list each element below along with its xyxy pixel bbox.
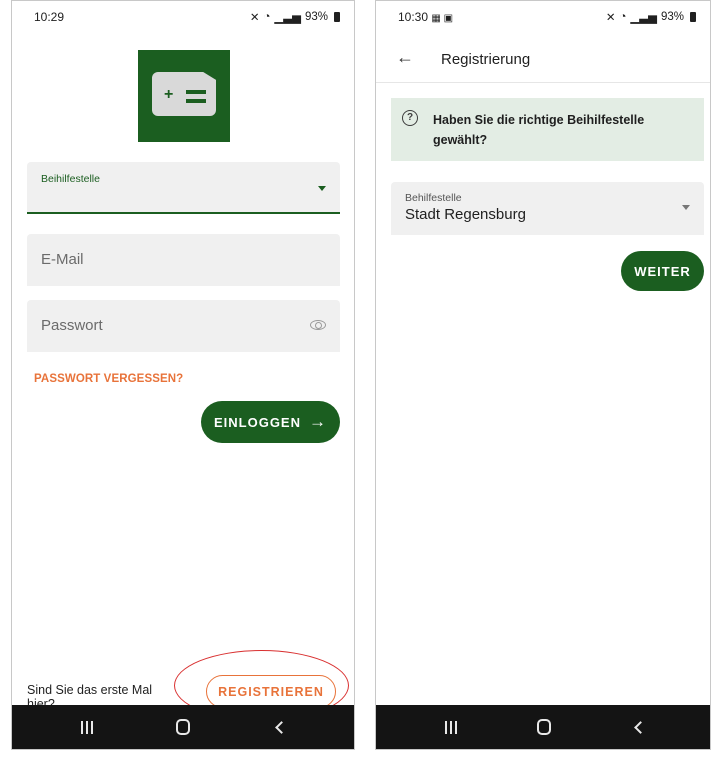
login-screen: 10:29 ✕ ◔ ▁▃▅ 93% + Beihilfestelle E-Mai… (11, 0, 355, 750)
field-underline (27, 212, 340, 214)
app-logo: + (138, 50, 230, 142)
back-icon (633, 720, 647, 734)
card-icon (152, 72, 216, 116)
agency-select-value: Stadt Regensburg (405, 206, 526, 223)
battery-percent: 93% (304, 11, 328, 23)
status-bar: 10:29 ✕ ◔ ▁▃▅ 93% (12, 1, 354, 31)
mute-icon: ✕ (249, 12, 260, 24)
dropdown-arrow-icon (682, 205, 690, 210)
recent-apps-icon (81, 720, 93, 734)
app-bar: ← Registrierung (376, 31, 710, 83)
battery-percent: 93% (660, 11, 684, 23)
battery-icon (690, 12, 696, 22)
system-navbar (12, 705, 354, 749)
info-banner: ? Haben Sie die richtige Beihilfestelle … (391, 98, 704, 161)
agency-select-label: Behilfestelle (405, 192, 462, 204)
status-time: 10:30 ▦ ▣ (398, 10, 454, 24)
home-icon (537, 719, 551, 735)
email-placeholder: E-Mail (41, 251, 84, 268)
wifi-icon: ◔ (619, 11, 627, 23)
home-button[interactable] (514, 705, 574, 749)
calendar-icon: ▦ ▣ (431, 13, 454, 24)
system-navbar (376, 705, 710, 749)
password-field[interactable]: Passwort (27, 300, 340, 352)
wifi-icon: ◔ (263, 11, 271, 23)
signal-icon: ▁▃▅ (274, 12, 301, 24)
mute-icon: ✕ (605, 12, 616, 24)
next-button[interactable]: WEITER (621, 251, 704, 291)
forgot-password-link[interactable]: PASSWORT VERGESSEN? (34, 373, 183, 385)
eye-icon[interactable] (310, 320, 326, 330)
arrow-left-icon[interactable]: ← (396, 47, 414, 68)
recent-apps-icon (445, 720, 457, 734)
home-button[interactable] (153, 705, 213, 749)
status-icons: ✕ ◔ ▁▃▅ 93% (250, 10, 340, 24)
email-field[interactable]: E-Mail (27, 234, 340, 286)
back-icon (274, 720, 288, 734)
status-time: 10:29 (34, 10, 65, 24)
page-title: Registrierung (441, 51, 531, 68)
status-bar: 10:30 ▦ ▣ ✕ ◔ ▁▃▅ 93% (376, 1, 710, 31)
logo-line-top (186, 90, 206, 94)
back-button[interactable] (608, 705, 668, 749)
logo-line-bottom (186, 99, 206, 103)
login-button[interactable]: EINLOGGEN → (201, 401, 340, 443)
dropdown-arrow-icon (318, 186, 326, 191)
info-banner-text: Haben Sie die richtige Beihilfestelle ge… (433, 113, 645, 147)
password-placeholder: Passwort (41, 317, 103, 334)
login-button-label: EINLOGGEN (213, 414, 301, 430)
agency-dropdown[interactable]: Beihilfestelle (27, 162, 340, 214)
battery-icon (334, 12, 340, 22)
question-circle-icon: ? (402, 110, 418, 126)
registration-screen: 10:30 ▦ ▣ ✕ ◔ ▁▃▅ 93% ← Registrierung ? … (375, 0, 711, 750)
recent-apps-button[interactable] (57, 705, 117, 749)
agency-select[interactable]: Behilfestelle Stadt Regensburg (391, 182, 704, 235)
back-button[interactable] (249, 705, 309, 749)
signal-icon: ▁▃▅ (630, 12, 657, 24)
arrow-right-icon: → (309, 412, 327, 431)
agency-dropdown-label: Beihilfestelle (41, 173, 100, 185)
recent-apps-button[interactable] (421, 705, 481, 749)
plus-icon: + (164, 86, 174, 103)
status-icons: ✕ ◔ ▁▃▅ 93% (606, 10, 696, 24)
register-button[interactable]: REGISTRIEREN (206, 675, 336, 708)
home-icon (176, 719, 190, 735)
